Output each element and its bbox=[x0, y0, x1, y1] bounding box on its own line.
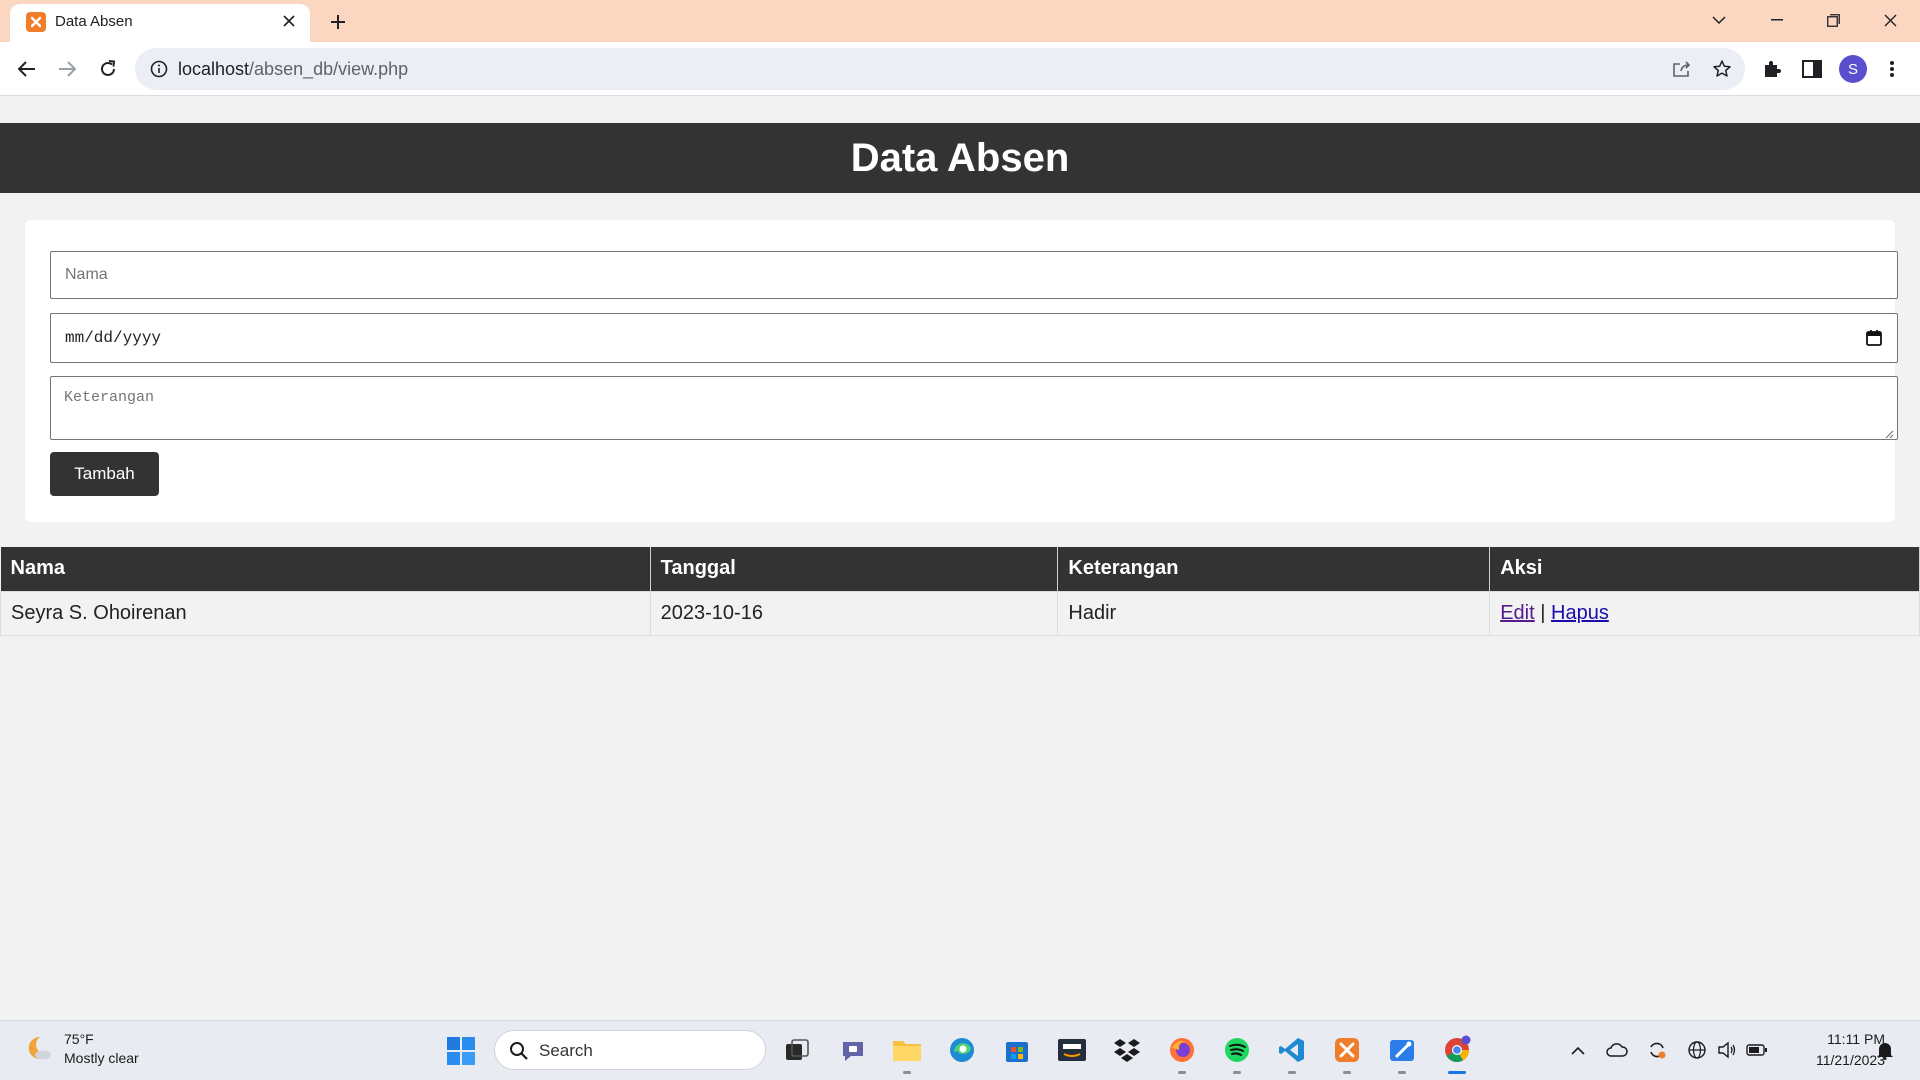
nama-input[interactable] bbox=[51, 252, 1897, 298]
back-arrow-icon[interactable] bbox=[12, 54, 42, 84]
cell-tanggal: 2023-10-16 bbox=[649, 590, 1059, 636]
more-menu-icon[interactable] bbox=[1878, 55, 1906, 83]
weather-moon-cloud-icon[interactable] bbox=[24, 1033, 54, 1063]
running-indicator bbox=[903, 1071, 911, 1074]
battery-icon[interactable] bbox=[1746, 1039, 1768, 1061]
clock-time[interactable]: 11:11 PM bbox=[1795, 1031, 1885, 1047]
keterangan-textarea[interactable] bbox=[51, 377, 1897, 439]
clock-date[interactable]: 11/21/2023 bbox=[1785, 1052, 1885, 1068]
restore-icon[interactable] bbox=[1813, 4, 1853, 36]
header-tanggal: Tanggal bbox=[650, 547, 1059, 591]
share-icon[interactable] bbox=[1671, 58, 1693, 80]
browser-toolbar: localhost/absen_db/view.php S bbox=[0, 42, 1920, 96]
header-nama: Nama bbox=[0, 547, 651, 591]
running-indicator bbox=[1178, 1071, 1186, 1074]
header-keterangan: Keterangan bbox=[1057, 547, 1491, 591]
new-tab-icon[interactable] bbox=[324, 8, 352, 36]
spotify-icon[interactable] bbox=[1220, 1033, 1254, 1074]
site-info-icon[interactable] bbox=[149, 59, 169, 79]
profile-avatar[interactable]: S bbox=[1839, 55, 1867, 83]
forward-arrow-icon[interactable] bbox=[52, 54, 82, 84]
date-placeholder: mm/dd/yyyy bbox=[65, 329, 162, 347]
task-view-icon[interactable] bbox=[780, 1033, 814, 1067]
search-label: Search bbox=[539, 1041, 593, 1060]
page-header: Data Absen bbox=[0, 123, 1920, 193]
snipping-tool-icon[interactable] bbox=[1385, 1033, 1419, 1074]
teams-chat-icon[interactable] bbox=[836, 1033, 870, 1067]
page-title: Data Absen bbox=[850, 135, 1070, 180]
search-icon bbox=[509, 1041, 529, 1061]
weather-temperature: 75°F bbox=[64, 1031, 94, 1047]
bookmark-star-icon[interactable] bbox=[1711, 58, 1733, 80]
windows-taskbar: 75°F Mostly clear Search 11:11 PM 11/21/… bbox=[0, 1020, 1920, 1080]
calendar-icon[interactable] bbox=[1865, 329, 1883, 347]
vscode-icon[interactable] bbox=[1275, 1033, 1309, 1074]
windows-start-icon[interactable] bbox=[446, 1036, 476, 1066]
minimize-icon[interactable] bbox=[1757, 4, 1797, 36]
absen-form: mm/dd/yyyy Tambah bbox=[25, 220, 1898, 522]
tambah-button[interactable]: Tambah bbox=[50, 452, 159, 496]
show-hidden-icons-chevron-icon[interactable] bbox=[1567, 1039, 1589, 1061]
header-aksi: Aksi bbox=[1489, 547, 1920, 591]
chrome-icon[interactable] bbox=[1440, 1033, 1474, 1074]
running-indicator bbox=[1288, 1071, 1296, 1074]
resize-grip-icon[interactable] bbox=[1884, 426, 1894, 439]
running-indicator bbox=[1398, 1071, 1406, 1074]
hapus-link[interactable]: Hapus bbox=[1551, 602, 1609, 624]
cell-nama: Seyra S. Ohoirenan bbox=[0, 590, 651, 636]
browser-title-bar: Data Absen bbox=[0, 0, 1920, 42]
url-path: /absen_db/view.php bbox=[249, 59, 409, 79]
file-explorer-icon[interactable] bbox=[890, 1033, 924, 1074]
weather-description: Mostly clear bbox=[64, 1050, 139, 1066]
volume-icon[interactable] bbox=[1716, 1039, 1738, 1061]
language-globe-icon[interactable] bbox=[1686, 1039, 1708, 1061]
running-indicator bbox=[1343, 1071, 1351, 1074]
table-header-row: Nama Tanggal Keterangan Aksi bbox=[0, 547, 1920, 591]
microsoft-store-icon[interactable] bbox=[1000, 1033, 1034, 1067]
xampp-favicon-icon bbox=[26, 12, 46, 32]
url-host: localhost bbox=[178, 59, 250, 79]
cell-keterangan: Hadir bbox=[1057, 590, 1491, 636]
edit-link[interactable]: Edit bbox=[1500, 602, 1534, 624]
cell-aksi: Edit | Hapus bbox=[1489, 590, 1920, 636]
active-indicator bbox=[1448, 1071, 1466, 1074]
amazon-app-icon[interactable] bbox=[1055, 1033, 1089, 1067]
tanggal-field[interactable]: mm/dd/yyyy bbox=[50, 313, 1898, 363]
extensions-puzzle-icon[interactable] bbox=[1758, 55, 1786, 83]
taskbar-search[interactable]: Search bbox=[494, 1030, 766, 1070]
browser-tab[interactable]: Data Absen bbox=[10, 4, 310, 42]
close-window-icon[interactable] bbox=[1870, 4, 1910, 36]
side-panel-icon[interactable] bbox=[1798, 55, 1826, 83]
nama-field[interactable] bbox=[50, 251, 1898, 299]
xampp-icon[interactable] bbox=[1330, 1033, 1364, 1074]
firefox-icon[interactable] bbox=[1165, 1033, 1199, 1074]
reload-icon[interactable] bbox=[93, 54, 123, 84]
dropbox-icon[interactable] bbox=[1110, 1033, 1144, 1067]
running-indicator bbox=[1233, 1071, 1241, 1074]
tab-search-chevron-icon[interactable] bbox=[1699, 4, 1739, 36]
aksi-separator: | bbox=[1540, 601, 1546, 624]
notification-bell-icon[interactable] bbox=[1874, 1039, 1896, 1061]
onedrive-cloud-icon[interactable] bbox=[1606, 1039, 1628, 1061]
tab-close-icon[interactable] bbox=[278, 10, 300, 32]
absen-table: Nama Tanggal Keterangan Aksi Seyra S. Oh… bbox=[0, 547, 1920, 636]
edge-browser-icon[interactable] bbox=[945, 1033, 979, 1067]
address-bar[interactable]: localhost/absen_db/view.php bbox=[135, 48, 1745, 90]
table-row: Seyra S. Ohoirenan 2023-10-16 Hadir Edit… bbox=[0, 590, 1920, 636]
keterangan-field[interactable] bbox=[50, 376, 1898, 440]
url-text: localhost/absen_db/view.php bbox=[178, 59, 408, 80]
tab-title: Data Absen bbox=[55, 13, 133, 30]
sync-icon[interactable] bbox=[1646, 1039, 1668, 1061]
